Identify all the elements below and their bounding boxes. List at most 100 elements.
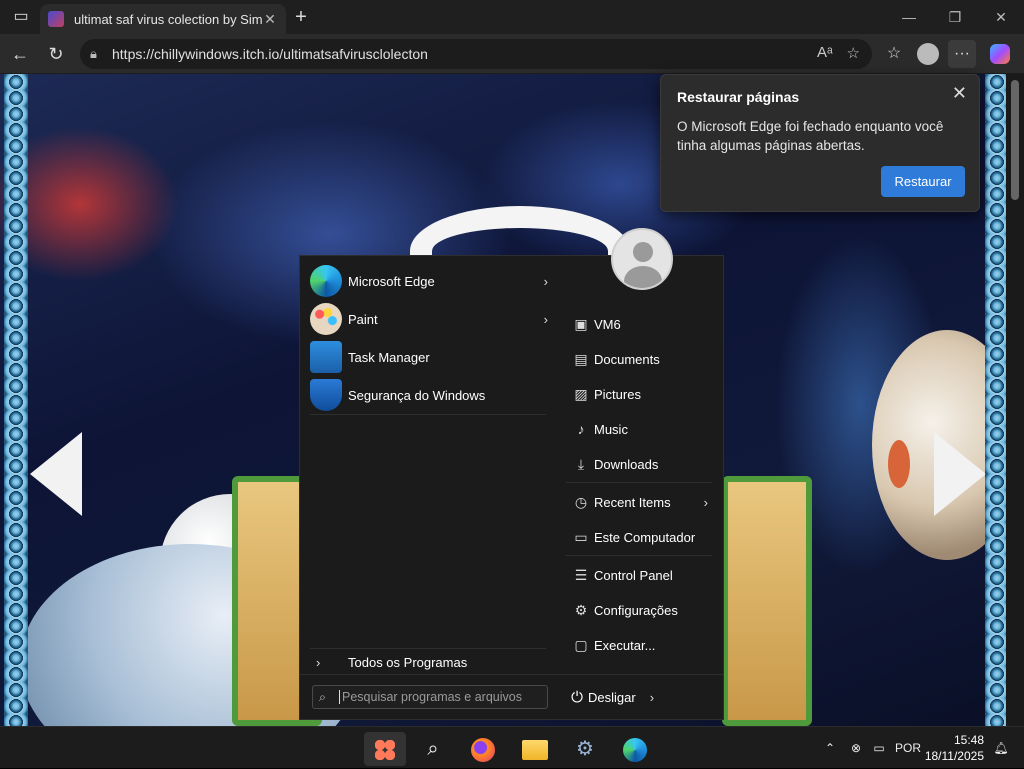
file-explorer-icon[interactable] — [514, 732, 556, 766]
start-right-music[interactable]: ♪ Music — [568, 415, 714, 443]
lock-icon[interactable]: 🔒︎ — [90, 46, 112, 62]
shutdown-label: Desligar — [588, 689, 636, 705]
start-right-documents[interactable]: ▤ Documents — [568, 345, 714, 373]
start-right-label: Este Computador — [594, 529, 696, 545]
clock[interactable]: 15:48 18/11/2025 — [920, 732, 984, 764]
close-window-button[interactable]: ✕ — [978, 0, 1024, 34]
start-item-label: Segurança do Windows — [348, 387, 486, 403]
browser-tab[interactable]: ultimat saf virus colection by Sim... ✕ — [40, 4, 286, 34]
address-bar[interactable]: 🔒︎ https://chillywindows.itch.io/ultimat… — [80, 39, 872, 69]
chevron-right-icon[interactable]: › — [650, 690, 654, 705]
start-search-input[interactable]: ⌕ Pesquisar programas e arquivos — [312, 685, 548, 709]
start-bottom-bar: ⌕ Pesquisar programas e arquivos ⏻ Desli… — [300, 674, 723, 720]
start-item-edge[interactable]: Microsoft Edge › — [310, 263, 550, 299]
time-text: 15:48 — [953, 733, 984, 747]
chevron-right-icon[interactable]: › — [544, 312, 548, 327]
more-options-button[interactable]: ··· — [948, 40, 976, 68]
search-placeholder: Pesquisar programas e arquivos — [342, 690, 522, 704]
music-icon: ♪ — [577, 421, 585, 437]
chevron-right-icon: › — [703, 494, 708, 510]
start-item-label: Paint — [348, 311, 378, 327]
computer-icon: ▭ — [574, 528, 588, 545]
show-hidden-icons-chevron-icon[interactable]: ⌃ — [820, 727, 840, 769]
network-icon[interactable]: ⊗ — [846, 727, 866, 769]
notification-bell-icon[interactable]: 🔔︎ — [990, 727, 1012, 769]
refresh-icon[interactable]: ↻ — [42, 40, 70, 68]
divider — [566, 555, 712, 556]
start-item-windows-security[interactable]: Segurança do Windows — [310, 377, 550, 413]
shutdown-button[interactable]: ⏻ Desligar › — [566, 685, 654, 709]
start-right-downloads[interactable]: ⤓ Downloads — [568, 450, 714, 478]
popup-close-icon[interactable]: ✕ — [952, 83, 967, 104]
read-aloud-icon[interactable]: Aᵃ — [817, 44, 833, 62]
start-item-task-manager[interactable]: Task Manager — [310, 339, 550, 375]
paint-icon — [310, 303, 342, 335]
favorites-icon[interactable]: ☆ — [880, 40, 908, 68]
download-icon: ⤓ — [577, 455, 585, 472]
chevron-right-icon[interactable]: › — [544, 274, 548, 289]
tab-close-icon[interactable]: ✕ — [262, 11, 278, 28]
popup-title: Restaurar páginas — [677, 89, 800, 105]
date-text: 18/11/2025 — [924, 749, 984, 763]
decorative-border-left — [4, 74, 28, 726]
run-icon: ▢ — [574, 636, 588, 653]
maximize-button[interactable]: ❐ — [932, 0, 978, 34]
divider — [310, 414, 546, 415]
copilot-icon[interactable] — [986, 40, 1014, 68]
start-menu: Microsoft Edge › Paint › Task Manager Se… — [299, 255, 724, 720]
site-favicon-icon — [48, 11, 64, 27]
gallery-next-arrow-icon[interactable] — [934, 432, 986, 516]
folder-icon: ▣ — [574, 315, 588, 332]
shield-icon — [310, 379, 342, 411]
profile-avatar[interactable] — [914, 40, 942, 68]
start-right-label: Executar... — [594, 637, 656, 653]
search-icon: ⌕ — [319, 689, 327, 704]
start-right-settings[interactable]: ⚙ Configurações — [568, 596, 714, 624]
start-right-label: VM6 — [594, 316, 621, 332]
chevron-right-icon: › — [316, 655, 321, 670]
back-arrow-icon[interactable]: ← — [6, 40, 34, 68]
start-right-control-panel[interactable]: ☰ Control Panel — [568, 561, 714, 589]
all-programs-label: Todos os Programas — [348, 655, 468, 670]
edge-taskbar-icon[interactable] — [614, 732, 656, 766]
minimize-button[interactable]: — — [886, 0, 932, 34]
start-right-label: Documents — [594, 351, 660, 367]
settings-gear-icon[interactable]: ⚙ — [564, 732, 606, 766]
start-right-computer[interactable]: ▭ Este Computador — [568, 523, 714, 551]
start-button[interactable] — [364, 732, 406, 766]
start-right-label: Music — [594, 421, 628, 437]
clock-icon: ◷ — [574, 493, 588, 510]
user-avatar[interactable] — [611, 228, 673, 290]
task-manager-icon — [310, 341, 342, 373]
start-item-label: Task Manager — [348, 349, 430, 365]
browser-titlebar: ▭ ultimat saf virus colection by Sim... … — [0, 0, 1024, 34]
start-item-paint[interactable]: Paint › — [310, 301, 550, 337]
restore-pages-popup: Restaurar páginas ✕ O Microsoft Edge foi… — [660, 74, 980, 212]
gallery-prev-arrow-icon[interactable] — [30, 432, 82, 516]
control-panel-icon: ☰ — [574, 566, 588, 583]
address-toolbar: ← ↻ 🔒︎ https://chillywindows.itch.io/ult… — [0, 34, 1024, 74]
windows-logo-icon — [375, 739, 395, 760]
new-tab-button[interactable]: + — [288, 5, 314, 29]
taskbar: ⌕ ⚙ ⌃ ⊗ ▭ POR 15:48 18/11/2025 🔔︎ — [0, 726, 1024, 768]
firefox-icon[interactable] — [462, 732, 504, 766]
page-scrollbar[interactable] — [1006, 74, 1024, 726]
all-programs-button[interactable]: › Todos os Programas — [310, 648, 546, 676]
start-right-pictures[interactable]: ▨ Pictures — [568, 380, 714, 408]
url-text: https://chillywindows.itch.io/ultimatsaf… — [112, 46, 428, 62]
restore-button[interactable]: Restaurar — [881, 166, 965, 197]
tab-actions-icon[interactable]: ▭ — [8, 5, 34, 29]
gear-icon: ⚙ — [574, 601, 588, 618]
display-icon[interactable]: ▭ — [868, 727, 890, 769]
start-right-recent-items[interactable]: ◷ Recent Items › — [568, 488, 714, 516]
search-icon[interactable]: ⌕ — [412, 732, 454, 766]
edge-icon — [310, 265, 342, 297]
start-right-label: Recent Items — [594, 494, 671, 510]
divider — [566, 482, 712, 483]
power-icon: ⏻ — [571, 688, 583, 706]
crate-right-image — [722, 476, 812, 726]
favorite-star-icon[interactable]: ☆ — [847, 44, 860, 62]
start-right-run[interactable]: ▢ Executar... — [568, 631, 714, 659]
start-right-vm6[interactable]: ▣ VM6 — [568, 310, 714, 338]
start-right-label: Control Panel — [594, 567, 673, 583]
